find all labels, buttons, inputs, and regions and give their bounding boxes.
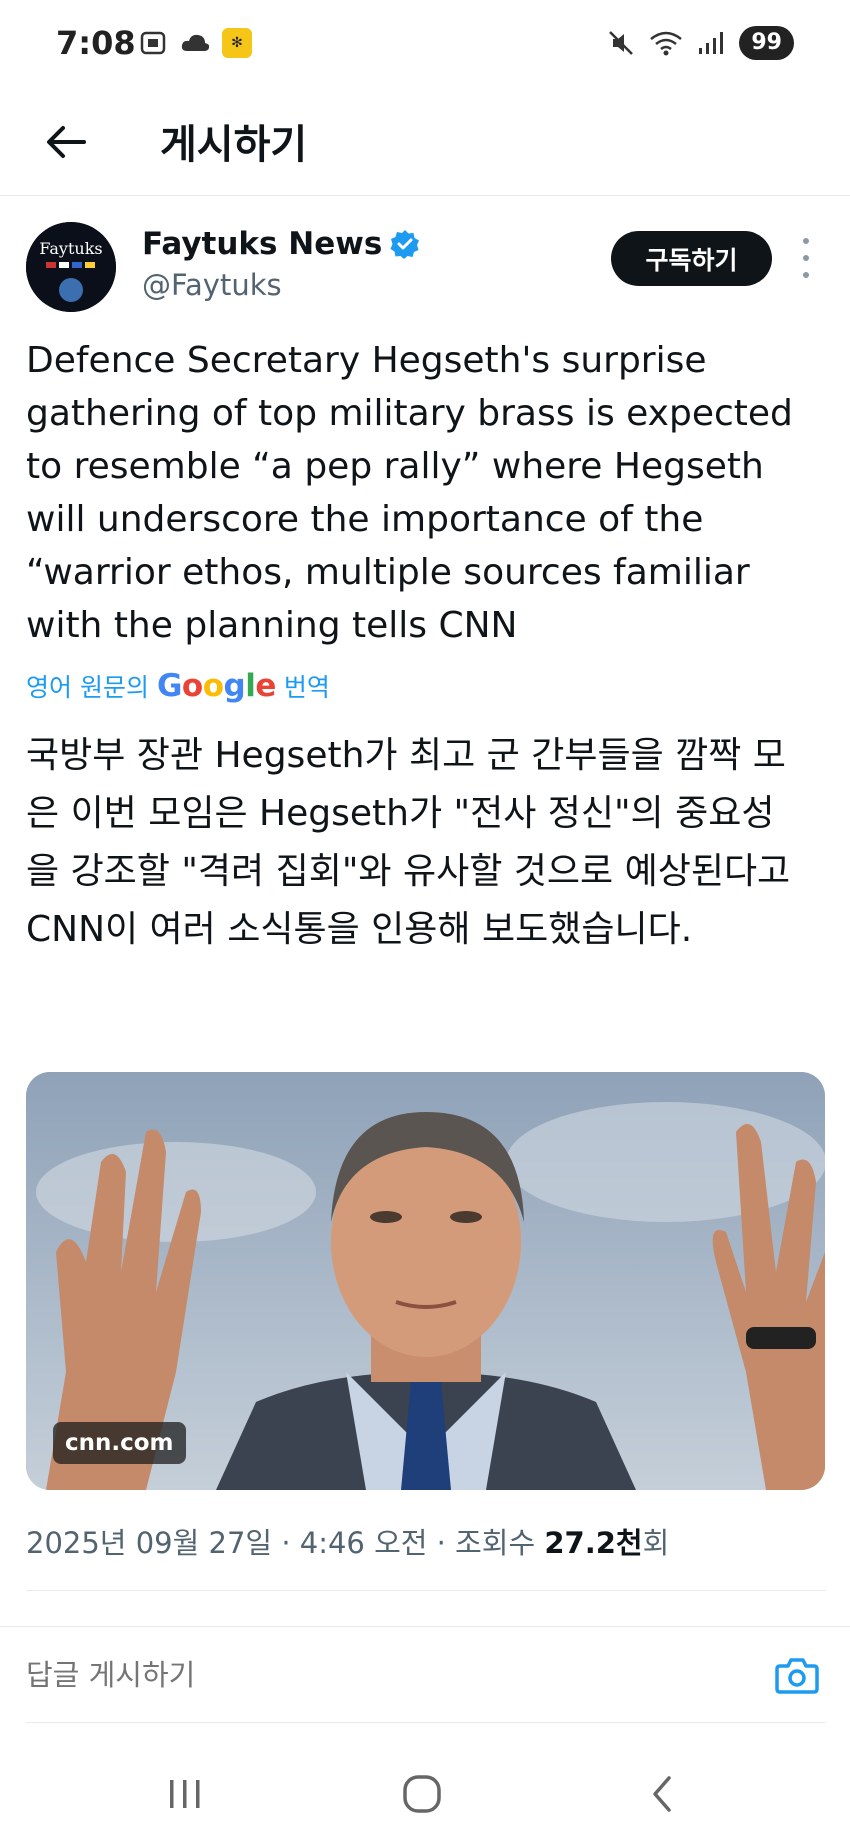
more-dot — [803, 238, 809, 244]
chevron-left-icon — [653, 1776, 671, 1812]
wifi-icon — [650, 31, 683, 56]
divider — [0, 1626, 850, 1627]
app-notification-icon: ✻ — [222, 28, 252, 58]
reply-input[interactable] — [26, 1658, 626, 1692]
home-button[interactable] — [392, 1772, 452, 1816]
translate-prefix: 영어 원문의 — [26, 673, 149, 702]
google-logo: Google — [156, 668, 276, 704]
author-name-row[interactable]: Faytuks News — [142, 226, 420, 262]
author-handle[interactable]: @Faytuks — [142, 268, 282, 302]
author-name[interactable]: Faytuks News — [142, 226, 382, 262]
post-date: 2025년 09월 27일 — [26, 1526, 273, 1560]
top-bar: 게시하기 — [0, 92, 850, 196]
subscribe-button[interactable]: 구독하기 — [611, 231, 772, 286]
arrow-left-icon — [47, 126, 86, 158]
screenshot-icon — [140, 31, 166, 55]
post-text: Defence Secretary Hegseth's surprise gat… — [26, 340, 793, 646]
meta-separator: · — [281, 1526, 300, 1560]
page-title: 게시하기 — [160, 122, 308, 168]
back-nav-button[interactable] — [632, 1772, 692, 1816]
divider — [26, 1722, 826, 1723]
verified-badge-icon — [390, 230, 420, 259]
mute-icon — [609, 31, 634, 55]
more-options-icon[interactable] — [794, 238, 818, 278]
status-time: 7:08 — [56, 24, 136, 62]
reply-bar — [0, 1628, 850, 1723]
more-dot — [803, 255, 809, 261]
back-button[interactable] — [38, 114, 94, 170]
meta-separator: · — [436, 1526, 456, 1560]
post-meta: 2025년 09월 27일 · 4:46 오전 · 조회수 27.2천회 — [26, 1520, 669, 1562]
status-bar: 7:08 ✻ 99 — [0, 0, 850, 92]
translate-suffix: 번역 — [283, 673, 330, 702]
status-notifications: ✻ — [138, 28, 252, 58]
signal-icon — [699, 32, 724, 54]
home-icon — [403, 1775, 441, 1813]
translate-link[interactable]: 영어 원문의 Google 번역 — [26, 668, 330, 704]
divider — [26, 1590, 826, 1591]
avatar-text: Faytuks — [39, 239, 102, 258]
views-count: 27.2천 — [544, 1526, 643, 1560]
author-avatar[interactable]: Faytuks — [26, 222, 116, 312]
cloud-icon — [181, 34, 210, 51]
media-source-badge: cnn.com — [53, 1422, 186, 1464]
battery-indicator: 99 — [739, 26, 794, 60]
post-image[interactable]: cnn.com — [26, 1072, 825, 1490]
avatar-logo: Faytuks — [26, 222, 116, 312]
views-label: 조회수 — [455, 1526, 536, 1560]
camera-icon — [775, 1658, 819, 1694]
more-dot — [803, 272, 809, 278]
post-time: 4:46 오전 — [299, 1526, 428, 1560]
recent-apps-button[interactable] — [155, 1772, 215, 1816]
status-system-icons: 99 — [607, 26, 794, 60]
system-nav-bar — [0, 1742, 850, 1842]
camera-button[interactable] — [774, 1652, 820, 1698]
views-suffix: 회 — [642, 1526, 670, 1560]
recent-apps-icon — [170, 1780, 200, 1808]
translated-text: 국방부 장관 Hegseth가 최고 군 간부들을 깜짝 모은 이번 모임은 H… — [26, 735, 791, 950]
